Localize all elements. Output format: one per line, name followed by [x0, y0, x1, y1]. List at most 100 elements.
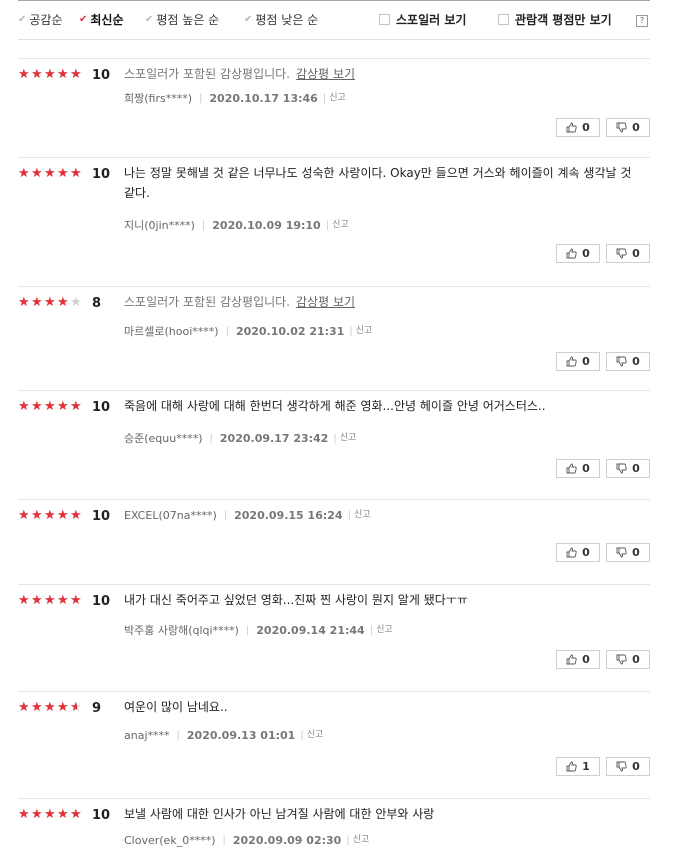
- review-meta: 승준(equu****) | 2020.09.17 23:42 | 신고: [124, 430, 356, 446]
- dislike-count: 0: [632, 546, 640, 559]
- thumbs-up-icon: [566, 547, 577, 558]
- review-divider: [18, 286, 650, 287]
- review-text: 스포일러가 포함된 감상평입니다. 감상평 보기: [124, 292, 644, 312]
- dislike-button[interactable]: 0: [606, 118, 650, 137]
- star-icon: ★★: [57, 700, 69, 715]
- rating-score: 10: [92, 400, 111, 415]
- star-rating: ★★★★★★★★★★: [18, 400, 83, 413]
- show-spoiler-link[interactable]: 감상평 보기: [296, 295, 355, 309]
- thumbs-up-icon: [566, 463, 577, 474]
- dislike-button[interactable]: 0: [606, 352, 650, 371]
- star-icon: ★★: [44, 593, 56, 608]
- star-icon: ★★: [57, 508, 69, 523]
- rating-score: 10: [92, 68, 111, 83]
- spoiler-filter-checkbox[interactable]: 스포일러 보기: [379, 11, 466, 28]
- reviewer-name[interactable]: 마르셀로(hooi****): [124, 323, 219, 339]
- reviewer-name[interactable]: anaj****: [124, 729, 170, 742]
- divider: |: [325, 219, 330, 231]
- show-spoiler-link[interactable]: 감상평 보기: [296, 67, 355, 81]
- like-button[interactable]: 0: [556, 244, 600, 263]
- thumbs-up-icon: [566, 654, 577, 665]
- dislike-count: 0: [632, 462, 640, 475]
- audience-only-checkbox[interactable]: 관람객 평점만 보기: [498, 11, 612, 28]
- star-icon: ★★: [70, 700, 82, 715]
- rating-score: 10: [92, 509, 111, 524]
- star-icon: ★★: [57, 593, 69, 608]
- help-icon[interactable]: ?: [636, 15, 648, 27]
- thumbs-up-icon: [566, 761, 577, 772]
- reviewer-name[interactable]: EXCEL(07na****): [124, 509, 217, 522]
- star-icon: ★★: [31, 700, 43, 715]
- like-button[interactable]: 0: [556, 352, 600, 371]
- reviewer-name[interactable]: Clover(ek_0****): [124, 834, 216, 847]
- report-link[interactable]: 신고: [353, 832, 370, 845]
- star-rating: ★★★★★★★★★★: [18, 509, 83, 522]
- sort-label: 평점 낮은 순: [255, 13, 319, 27]
- review-meta: 마르셀로(hooi****) | 2020.10.02 21:31 | 신고: [124, 323, 372, 339]
- sort-by-latest[interactable]: ✔ 최신순: [79, 11, 124, 28]
- thumbs-down-icon: [616, 654, 627, 665]
- star-icon: ★★: [18, 399, 30, 414]
- like-button[interactable]: 1: [556, 757, 600, 776]
- star-icon: ★★: [44, 807, 56, 822]
- report-link[interactable]: 신고: [307, 727, 324, 740]
- like-button[interactable]: 0: [556, 543, 600, 562]
- star-icon: ★★: [18, 67, 30, 82]
- dislike-button[interactable]: 0: [606, 459, 650, 478]
- check-icon: ✔: [244, 14, 253, 25]
- review-divider: [18, 798, 650, 799]
- divider: |: [347, 510, 351, 521]
- review-date: 2020.09.13 01:01: [186, 729, 296, 742]
- report-link[interactable]: 신고: [356, 323, 373, 336]
- like-button[interactable]: 0: [556, 650, 600, 669]
- sort-by-sympathy[interactable]: ✔ 공감순: [18, 11, 63, 28]
- sort-label: 최신순: [90, 13, 124, 27]
- dislike-button[interactable]: 0: [606, 244, 650, 263]
- reviewer-name[interactable]: 지니(0jin****): [124, 217, 195, 233]
- dislike-button[interactable]: 0: [606, 543, 650, 562]
- reviewer-name[interactable]: 희짱(firs****): [124, 90, 192, 106]
- review-date: 2020.09.15 16:24: [234, 509, 343, 522]
- reviewer-name[interactable]: 박주홍 사랑해(qlqi****): [124, 622, 239, 638]
- star-rating: ★★★★★★★★★★: [18, 594, 83, 607]
- star-icon: ★★: [31, 295, 43, 310]
- rating-score: 10: [92, 594, 111, 609]
- review-divider: [18, 390, 650, 391]
- review-divider: [18, 584, 650, 585]
- review-text: 나는 정말 못해낼 것 같은 너무나도 성숙한 사랑이다. Okay만 들으면 …: [124, 166, 632, 200]
- like-count: 0: [582, 653, 590, 666]
- star-icon: ★★: [70, 166, 82, 181]
- dislike-button[interactable]: 0: [606, 650, 650, 669]
- thumbs-down-icon: [616, 547, 627, 558]
- rating-score: 8: [92, 296, 102, 311]
- divider: |: [209, 432, 213, 444]
- sort-by-rating-high[interactable]: ✔ 평점 높은 순: [145, 11, 219, 28]
- report-link[interactable]: 신고: [329, 90, 346, 103]
- like-button[interactable]: 0: [556, 118, 600, 137]
- dislike-button[interactable]: 0: [606, 757, 650, 776]
- star-icon: ★★: [18, 700, 30, 715]
- review-meta: Clover(ek_0****) | 2020.09.09 02:30 | 신고: [124, 834, 369, 847]
- review-text: 여운이 많이 남네요..: [124, 700, 228, 714]
- reviewer-name[interactable]: 승준(equu****): [124, 430, 203, 446]
- divider: |: [222, 835, 226, 846]
- like-count: 0: [582, 462, 590, 475]
- star-icon: ★★: [31, 807, 43, 822]
- sort-by-rating-low[interactable]: ✔ 평점 낮은 순: [244, 11, 318, 28]
- like-count: 1: [582, 760, 590, 773]
- report-link[interactable]: 신고: [332, 217, 349, 230]
- report-link[interactable]: 신고: [354, 507, 371, 520]
- review-date: 2020.09.17 23:42: [219, 431, 329, 445]
- check-icon: ✔: [145, 14, 154, 25]
- divider: |: [199, 92, 203, 104]
- report-link[interactable]: 신고: [376, 622, 393, 635]
- like-button[interactable]: 0: [556, 459, 600, 478]
- divider: |: [333, 432, 337, 444]
- report-link[interactable]: 신고: [340, 430, 357, 443]
- star-icon: ★★: [70, 807, 82, 822]
- divider: |: [300, 730, 304, 741]
- star-icon: ★★: [57, 807, 69, 822]
- review-text: 내가 대신 죽어주고 싶었던 영화...진짜 찐 사랑이 뭔지 알게 됐다ㅜㅠ: [124, 593, 468, 607]
- thumbs-up-icon: [566, 122, 577, 133]
- star-icon: ★★: [57, 67, 69, 82]
